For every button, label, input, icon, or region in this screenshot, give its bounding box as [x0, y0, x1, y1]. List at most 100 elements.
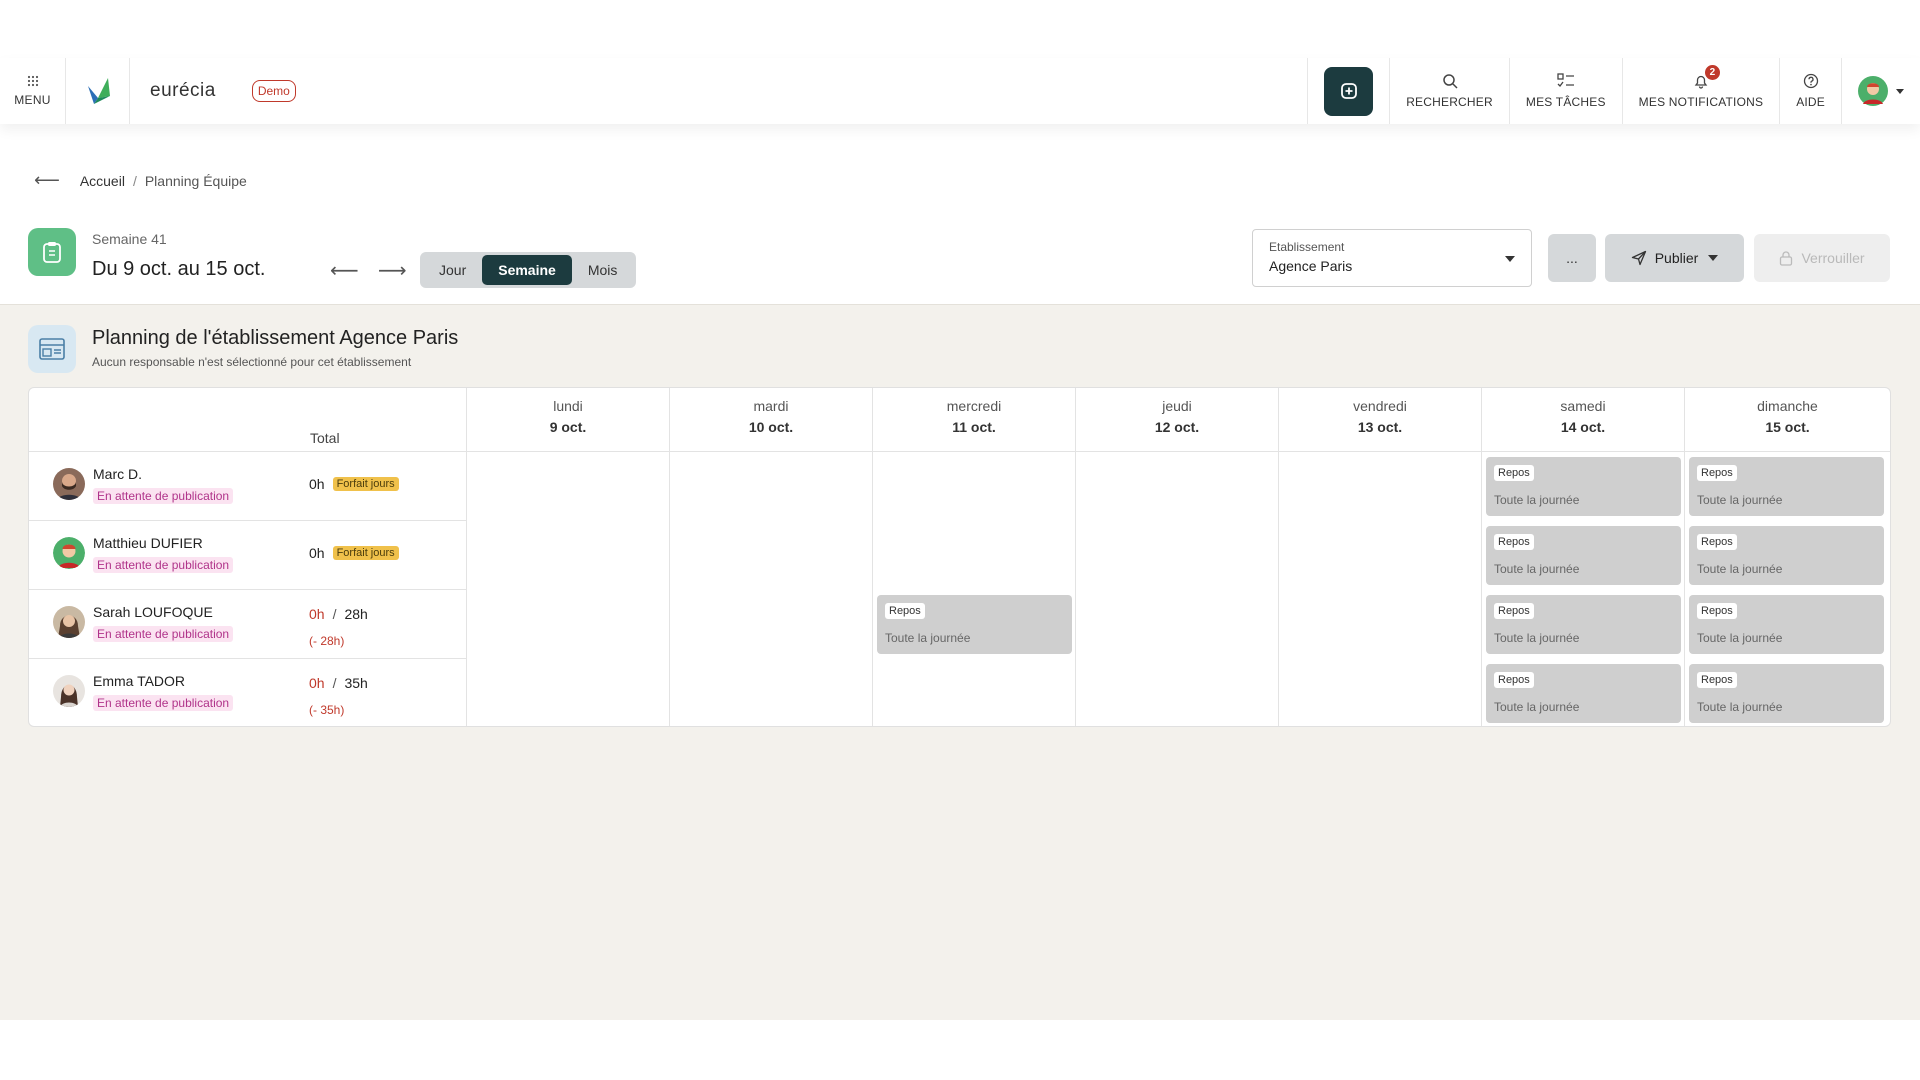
create-box — [1307, 58, 1389, 124]
column-divider — [872, 452, 873, 726]
employee-row[interactable]: Matthieu DUFIER En attente de publicatio… — [29, 521, 466, 590]
more-actions-button[interactable]: ... — [1548, 234, 1596, 282]
event-duration: Toute la journée — [1494, 562, 1580, 576]
menu-button[interactable]: MENU — [0, 58, 66, 124]
view-month-button[interactable]: Mois — [572, 255, 634, 285]
day-name: jeudi — [1162, 398, 1192, 414]
avatar — [53, 606, 85, 638]
event-duration: Toute la journée — [885, 631, 971, 645]
grid-icon — [27, 75, 39, 89]
status-badge: En attente de publication — [93, 626, 234, 642]
hours-separator: / — [332, 675, 337, 691]
breadcrumb: ⟵ Accueil / Planning Équipe — [34, 170, 247, 191]
day-name: mardi — [753, 398, 789, 414]
employee-row[interactable]: Emma TADOR En attente de publication 0h … — [29, 659, 466, 728]
repos-event[interactable]: Repos Toute la journée — [1689, 526, 1884, 585]
repos-event[interactable]: Repos Toute la journée — [1486, 457, 1681, 516]
repos-event[interactable]: Repos Toute la journée — [1486, 664, 1681, 723]
day-header-samedi: samedi 14 oct. — [1481, 388, 1684, 452]
day-date: 10 oct. — [748, 419, 794, 435]
employee-hours: 0h / 28h — [309, 606, 368, 622]
hours-deficit: (- 28h) — [309, 634, 345, 648]
lock-button[interactable]: Verrouiller — [1754, 234, 1890, 282]
brand-name: eurécia — [150, 80, 216, 101]
breadcrumb-home[interactable]: Accueil — [80, 173, 125, 189]
column-divider — [669, 452, 670, 726]
day-header-vendredi: vendredi 13 oct. — [1278, 388, 1481, 452]
nav-help[interactable]: AIDE — [1779, 58, 1841, 124]
repos-event[interactable]: Repos Toute la journée — [1689, 664, 1884, 723]
nav-search-label: RECHERCHER — [1406, 95, 1493, 109]
publish-label: Publier — [1654, 250, 1699, 266]
chevron-down-icon[interactable] — [1896, 88, 1904, 94]
event-duration: Toute la journée — [1494, 700, 1580, 714]
day-name: mercredi — [946, 398, 1002, 414]
hours-value: 0h — [309, 606, 325, 622]
day-header-jeudi: jeudi 12 oct. — [1075, 388, 1278, 452]
column-divider — [1278, 452, 1279, 726]
hours-value: 0h — [309, 675, 325, 691]
nav-tasks[interactable]: MES TÂCHES — [1508, 58, 1622, 124]
event-duration: Toute la journée — [1697, 493, 1783, 507]
publish-button[interactable]: Publier — [1605, 234, 1744, 282]
nav-search[interactable]: RECHERCHER — [1389, 58, 1509, 124]
nav-help-label: AIDE — [1796, 95, 1825, 109]
avatar — [53, 468, 85, 500]
employee-name: Marc D. — [93, 466, 142, 482]
previous-week-arrow-icon[interactable]: ⟵ — [330, 258, 359, 283]
event-type: Repos — [1697, 534, 1737, 550]
employee-row[interactable]: Marc D. En attente de publication 0h For… — [29, 452, 466, 521]
day-header-lundi: lundi 9 oct. — [466, 388, 669, 452]
day-name: lundi — [553, 398, 583, 414]
planning-subtitle: Aucun responsable n'est sélectionné pour… — [92, 355, 412, 369]
user-menu[interactable] — [1841, 58, 1920, 124]
event-type: Repos — [1697, 603, 1737, 619]
dropdown-caret-icon — [1505, 256, 1515, 262]
day-header-mardi: mardi 10 oct. — [669, 388, 872, 452]
employee-hours: 0h Forfait jours — [309, 476, 399, 492]
day-header-mercredi: mercredi 11 oct. — [872, 388, 1075, 452]
repos-event[interactable]: Repos Toute la journée — [1689, 595, 1884, 654]
event-duration: Toute la journée — [1697, 700, 1783, 714]
repos-event[interactable]: Repos Toute la journée — [877, 595, 1072, 654]
next-week-arrow-icon[interactable]: ⟶ — [378, 258, 407, 283]
top-bar: MENU eurécia Demo RECHERCHER MES TÂCHES … — [0, 58, 1920, 124]
hours-value: 0h — [309, 476, 325, 492]
lock-label: Verrouiller — [1801, 250, 1865, 266]
demo-badge: Demo — [251, 80, 296, 102]
status-badge: En attente de publication — [93, 557, 234, 573]
establishment-select[interactable]: Etablissement Agence Paris — [1252, 229, 1532, 287]
contract-badge: Forfait jours — [332, 546, 399, 560]
repos-event[interactable]: Repos Toute la journée — [1486, 595, 1681, 654]
event-type: Repos — [1494, 465, 1534, 481]
view-day-button[interactable]: Jour — [423, 255, 482, 285]
event-type: Repos — [1494, 603, 1534, 619]
tasks-icon — [1557, 73, 1574, 87]
back-arrow-icon[interactable]: ⟵ — [34, 170, 60, 191]
search-icon — [1442, 74, 1458, 89]
repos-event[interactable]: Repos Toute la journée — [1486, 526, 1681, 585]
avatar — [53, 537, 85, 569]
employee-name: Emma TADOR — [93, 673, 186, 689]
chevron-down-icon — [1708, 255, 1719, 261]
view-switcher: Jour Semaine Mois — [420, 252, 637, 288]
employee-row[interactable]: Sarah LOUFOQUE En attente de publication… — [29, 590, 466, 659]
event-type: Repos — [885, 603, 925, 619]
lock-icon — [1780, 251, 1793, 266]
breadcrumb-current: Planning Équipe — [144, 172, 247, 189]
column-divider — [1684, 452, 1685, 726]
logo-icon[interactable] — [66, 58, 130, 124]
repos-event[interactable]: Repos Toute la journée — [1689, 457, 1884, 516]
day-date: 14 oct. — [1560, 419, 1606, 435]
view-week-button[interactable]: Semaine — [482, 255, 572, 285]
column-divider — [466, 452, 467, 726]
store-icon — [28, 325, 76, 373]
status-badge: En attente de publication — [93, 488, 234, 504]
nav-notifications[interactable]: 2 MES NOTIFICATIONS — [1621, 58, 1780, 124]
week-range: Du 9 oct. au 15 oct. — [92, 258, 266, 280]
plus-icon — [1340, 83, 1357, 99]
create-button[interactable] — [1324, 66, 1374, 116]
planning-area: Planning de l'établissement Agence Paris… — [0, 304, 1920, 1020]
day-name: samedi — [1560, 398, 1606, 414]
establishment-label: Etablissement — [1269, 240, 1345, 254]
